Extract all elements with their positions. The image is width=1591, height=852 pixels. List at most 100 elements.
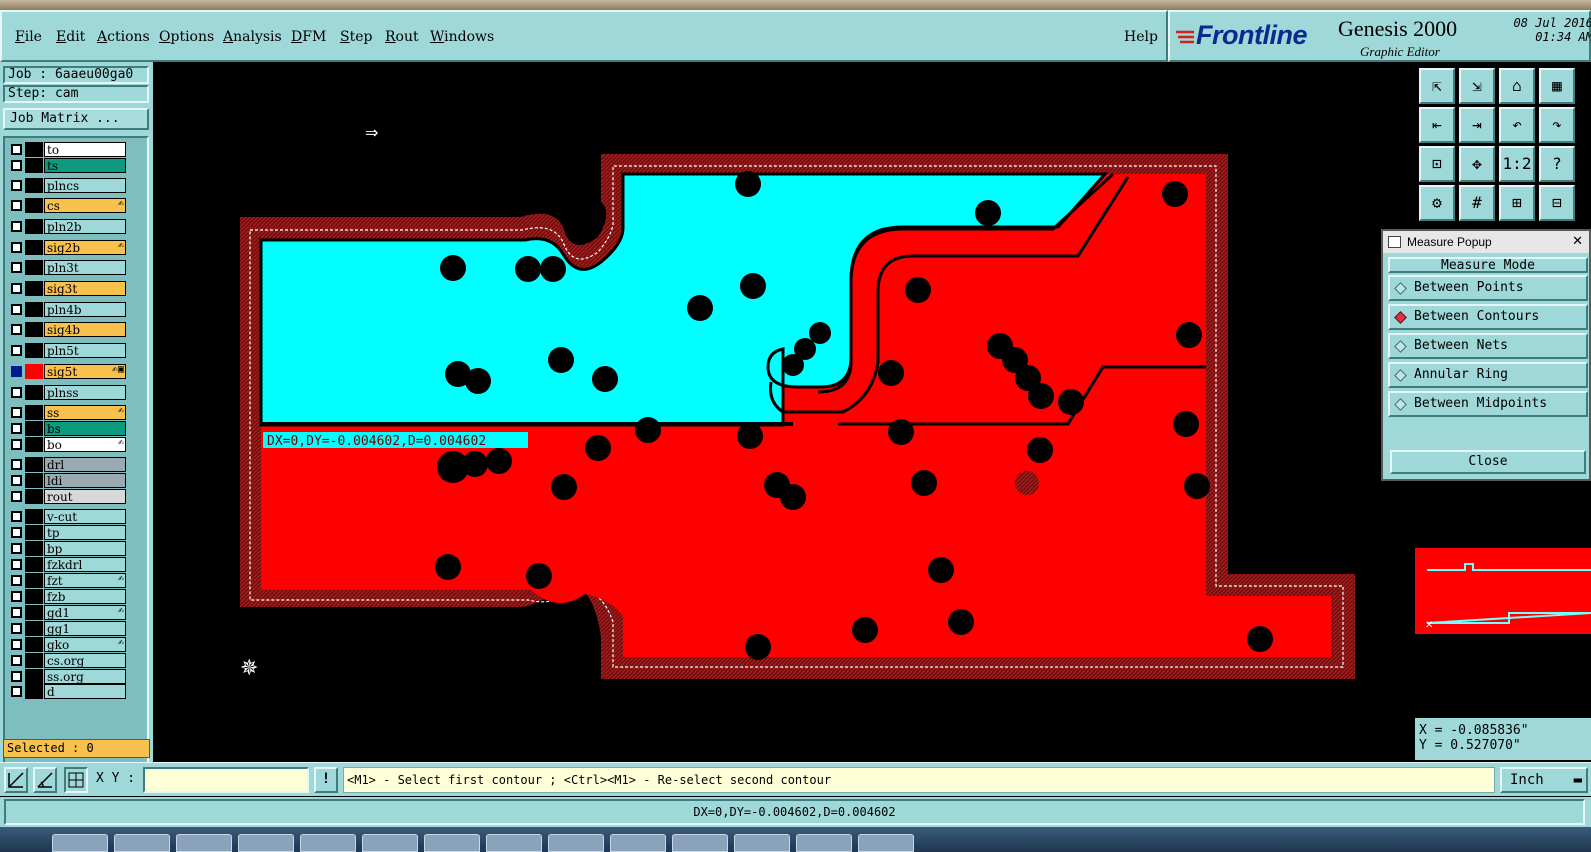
- layer-affected-indicator[interactable]: [25, 405, 43, 420]
- layer-name[interactable]: drl: [44, 457, 126, 472]
- menu-edit[interactable]: Edit: [56, 29, 85, 45]
- layer-row[interactable]: cs ✍: [9, 198, 127, 213]
- layer-affected-indicator[interactable]: [25, 281, 43, 296]
- layer-checkbox[interactable]: [11, 655, 22, 666]
- layer-name[interactable]: cs: [44, 198, 126, 213]
- layer-checkbox[interactable]: [11, 543, 22, 554]
- layer-row[interactable]: sig3t: [9, 281, 127, 296]
- layer-row[interactable]: pln2b: [9, 219, 127, 234]
- layer-name[interactable]: fzt: [44, 573, 126, 588]
- layer-name[interactable]: gg1: [44, 621, 126, 636]
- layer-checkbox[interactable]: [11, 439, 22, 450]
- layer-row[interactable]: fzkdrl: [9, 557, 127, 572]
- taskbar-item[interactable]: [734, 834, 790, 852]
- layer-checkbox[interactable]: [11, 345, 22, 356]
- taskbar-item[interactable]: [114, 834, 170, 852]
- taskbar-item[interactable]: [610, 834, 666, 852]
- layer-affected-indicator[interactable]: [25, 684, 43, 699]
- layer-checkbox[interactable]: [11, 511, 22, 522]
- layer-row[interactable]: pln5t: [9, 343, 127, 358]
- layer-affected-indicator[interactable]: [25, 240, 43, 255]
- layer-checkbox[interactable]: [11, 407, 22, 418]
- layer-row[interactable]: d: [9, 684, 127, 699]
- taskbar-item[interactable]: [176, 834, 232, 852]
- layer-checkbox[interactable]: [11, 180, 22, 191]
- layer-row[interactable]: ss ✍: [9, 405, 127, 420]
- measure-option-between-midpoints[interactable]: Between Midpoints: [1388, 391, 1588, 417]
- taskbar-item[interactable]: [548, 834, 604, 852]
- tool-house-button[interactable]: ⌂: [1499, 68, 1535, 104]
- layer-affected-indicator[interactable]: [25, 473, 43, 488]
- layer-name[interactable]: d: [44, 684, 126, 699]
- menu-windows[interactable]: Windows: [430, 29, 494, 45]
- layer-checkbox[interactable]: [11, 527, 22, 538]
- layer-affected-indicator[interactable]: [25, 653, 43, 668]
- layer-affected-indicator[interactable]: [25, 364, 43, 379]
- layer-affected-indicator[interactable]: [25, 302, 43, 317]
- tool-scale-button[interactable]: 1:2: [1499, 146, 1535, 182]
- menu-actions[interactable]: Actions: [97, 29, 150, 45]
- layer-name[interactable]: ss.org: [44, 669, 126, 684]
- layer-checkbox[interactable]: [11, 459, 22, 470]
- layer-name[interactable]: bo: [44, 437, 126, 452]
- layer-name[interactable]: to: [44, 142, 126, 157]
- close-icon[interactable]: ✕: [1572, 231, 1583, 251]
- taskbar-item[interactable]: [52, 834, 108, 852]
- layer-name[interactable]: pln5t: [44, 343, 126, 358]
- layer-name[interactable]: bs: [44, 421, 126, 436]
- tool-redo-button[interactable]: ↷: [1539, 107, 1575, 143]
- measure-option-between-nets[interactable]: Between Nets: [1388, 333, 1588, 359]
- layer-name[interactable]: cs.org: [44, 653, 126, 668]
- layer-affected-indicator[interactable]: [25, 489, 43, 504]
- measure-option-between-points[interactable]: Between Points: [1388, 275, 1588, 301]
- layer-affected-indicator[interactable]: [25, 525, 43, 540]
- layer-checkbox[interactable]: [11, 491, 22, 502]
- exclaim-button[interactable]: !: [314, 767, 338, 793]
- tool-home-button[interactable]: ⇱: [1419, 68, 1455, 104]
- layer-row[interactable]: fzb: [9, 589, 127, 604]
- layer-row[interactable]: ts: [9, 158, 127, 173]
- taskbar-item[interactable]: [672, 834, 728, 852]
- layer-affected-indicator[interactable]: [25, 421, 43, 436]
- tool-zoom-home-button[interactable]: ✥: [1459, 146, 1495, 182]
- tool-save-button[interactable]: ⇲: [1459, 68, 1495, 104]
- line-tool-button[interactable]: [4, 767, 28, 793]
- tool-grid-button[interactable]: ▦: [1539, 68, 1575, 104]
- layer-row[interactable]: v-cut: [9, 509, 127, 524]
- layer-checkbox[interactable]: [11, 686, 22, 697]
- unit-selector[interactable]: Inch ▬: [1500, 767, 1588, 793]
- taskbar-item[interactable]: [858, 834, 914, 852]
- tool-zoom-fit-button[interactable]: ⊡: [1419, 146, 1455, 182]
- layer-name[interactable]: fzb: [44, 589, 126, 604]
- layer-name[interactable]: plnss: [44, 385, 126, 400]
- taskbar-item[interactable]: [424, 834, 480, 852]
- radio-diamond-icon[interactable]: [1394, 398, 1407, 411]
- layer-affected-indicator[interactable]: [25, 605, 43, 620]
- layer-checkbox[interactable]: [11, 324, 22, 335]
- layer-affected-indicator[interactable]: [25, 322, 43, 337]
- layer-affected-indicator[interactable]: [25, 669, 43, 684]
- layer-row[interactable]: gg1: [9, 621, 127, 636]
- layer-row[interactable]: gd1 ✍: [9, 605, 127, 620]
- layer-checkbox[interactable]: [11, 283, 22, 294]
- layer-affected-indicator[interactable]: [25, 589, 43, 604]
- popup-title-bar[interactable]: Measure Popup ✕: [1383, 231, 1589, 253]
- layer-checkbox[interactable]: [11, 221, 22, 232]
- layer-checkbox[interactable]: [11, 366, 22, 377]
- layer-checkbox[interactable]: [11, 144, 22, 155]
- mini-map[interactable]: ✕: [1415, 548, 1591, 634]
- layer-row[interactable]: drl: [9, 457, 127, 472]
- taskbar-item[interactable]: [238, 834, 294, 852]
- layer-row[interactable]: bp: [9, 541, 127, 556]
- layer-checkbox[interactable]: [11, 559, 22, 570]
- tool-prev-button[interactable]: ⇤: [1419, 107, 1455, 143]
- close-button[interactable]: Close: [1390, 450, 1586, 474]
- menu-file[interactable]: File: [15, 29, 42, 45]
- taskbar-item[interactable]: [300, 834, 356, 852]
- layer-name[interactable]: gko: [44, 637, 126, 652]
- radio-diamond-icon[interactable]: [1394, 369, 1407, 382]
- layer-checkbox[interactable]: [11, 200, 22, 211]
- layer-name[interactable]: tp: [44, 525, 126, 540]
- menu-analysis[interactable]: Analysis: [223, 29, 282, 45]
- menu-step[interactable]: Step: [340, 29, 372, 45]
